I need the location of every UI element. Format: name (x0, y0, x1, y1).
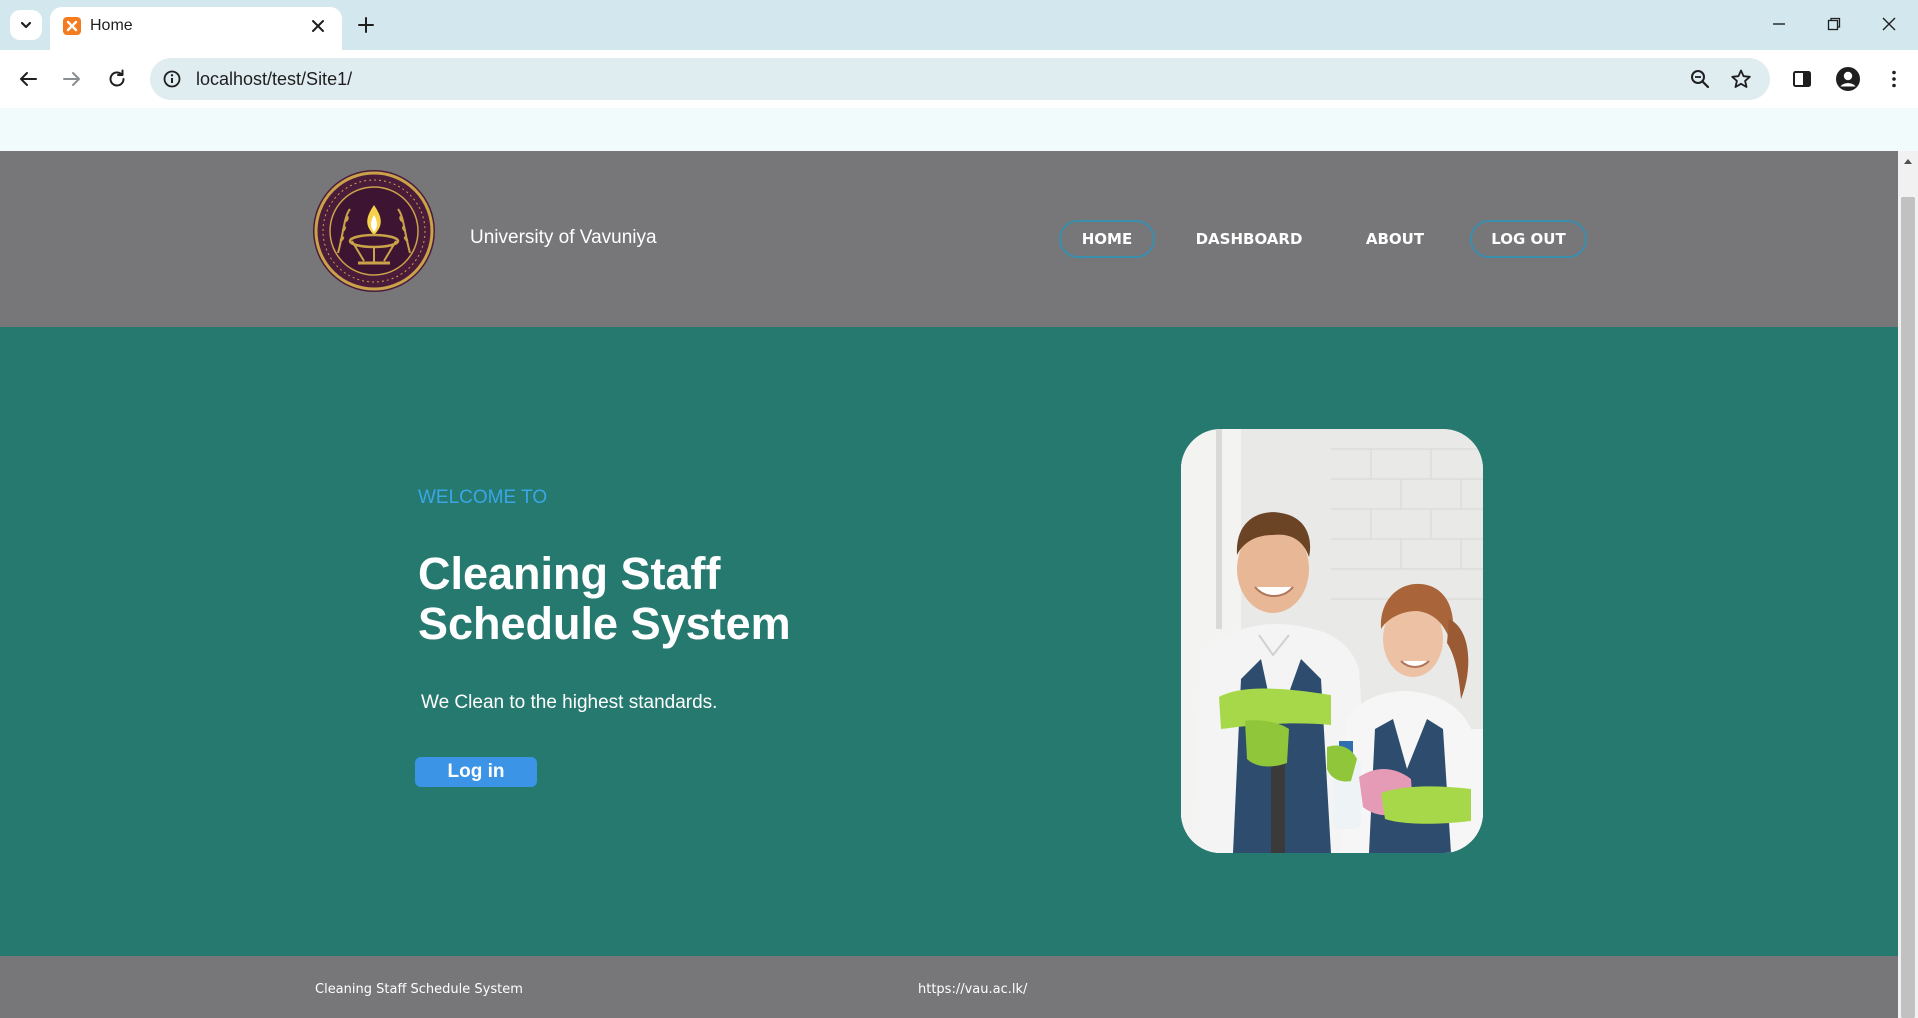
reload-icon (109, 69, 125, 87)
minimize-window-button[interactable] (1759, 8, 1799, 40)
tab-title: Home (90, 17, 133, 34)
bookmarks-bar (0, 108, 1918, 151)
star-icon (1731, 69, 1751, 88)
forward-arrow-icon (63, 72, 80, 86)
tab-search-button[interactable] (10, 10, 42, 40)
reload-button[interactable] (101, 63, 133, 95)
caret-up-icon (1904, 159, 1912, 164)
profile-icon (1836, 67, 1860, 91)
site-info-button[interactable] (160, 67, 184, 91)
browser-menu-button[interactable] (1878, 63, 1910, 95)
hero-subtitle: We Clean to the highest standards. (421, 692, 718, 713)
cleaning-staff-photo (1181, 429, 1483, 853)
info-icon (163, 70, 181, 88)
back-button[interactable] (12, 63, 44, 95)
more-vert-icon (1892, 70, 1896, 88)
zoom-icon (1691, 70, 1710, 89)
footer-url-link[interactable]: https://vau.ac.lk/ (918, 982, 1027, 997)
site-header: University of Vavuniya HOME DASHBOARD AB… (0, 151, 1898, 327)
page-scrollbar[interactable] (1898, 151, 1918, 1018)
nav-logout[interactable]: LOG OUT (1470, 220, 1587, 258)
nav-about[interactable]: ABOUT (1358, 220, 1432, 258)
back-arrow-icon (20, 72, 37, 86)
xampp-favicon-icon (63, 17, 81, 35)
scrollbar-thumb[interactable] (1901, 197, 1915, 1018)
page-viewport: University of Vavuniya HOME DASHBOARD AB… (0, 151, 1898, 1018)
profile-button[interactable] (1832, 63, 1864, 95)
login-button[interactable]: Log in (415, 757, 537, 787)
address-bar[interactable]: localhost/test/Site1/ (150, 58, 1770, 100)
plus-icon (358, 17, 374, 33)
welcome-label: WELCOME TO (418, 487, 548, 508)
url-text[interactable]: localhost/test/Site1/ (196, 69, 352, 90)
scroll-up-button[interactable] (1898, 151, 1918, 171)
browser-tab-home[interactable]: Home (50, 7, 342, 50)
side-panel-button[interactable] (1786, 63, 1818, 95)
tab-close-button[interactable] (306, 14, 330, 38)
zoom-button[interactable] (1688, 67, 1712, 91)
university-logo (313, 170, 435, 292)
minimize-icon (1773, 23, 1785, 25)
browser-toolbar: localhost/test/Site1/ (0, 50, 1918, 108)
nav-home[interactable]: HOME (1059, 220, 1155, 258)
brand-name: University of Vavuniya (470, 227, 657, 248)
side-panel-icon (1793, 71, 1811, 87)
site-footer: Cleaning Staff Schedule System https://v… (0, 956, 1898, 1018)
close-icon (312, 20, 324, 32)
close-window-button[interactable] (1869, 8, 1909, 40)
hero-title: Cleaning Staff Schedule System (418, 548, 791, 649)
forward-button[interactable] (56, 63, 88, 95)
nav-dashboard[interactable]: DASHBOARD (1196, 220, 1303, 258)
close-window-icon (1882, 17, 1896, 31)
cleaning-staff-image (1181, 429, 1483, 853)
bookmark-star-button[interactable] (1729, 67, 1753, 91)
hero-section: WELCOME TO Cleaning Staff Schedule Syste… (0, 327, 1898, 956)
new-tab-button[interactable] (351, 10, 381, 40)
browser-tab-bar: Home (0, 0, 1918, 50)
restore-icon (1827, 17, 1841, 31)
footer-system-name: Cleaning Staff Schedule System (315, 982, 523, 997)
restore-window-button[interactable] (1814, 8, 1854, 40)
chevron-down-icon (20, 21, 32, 29)
